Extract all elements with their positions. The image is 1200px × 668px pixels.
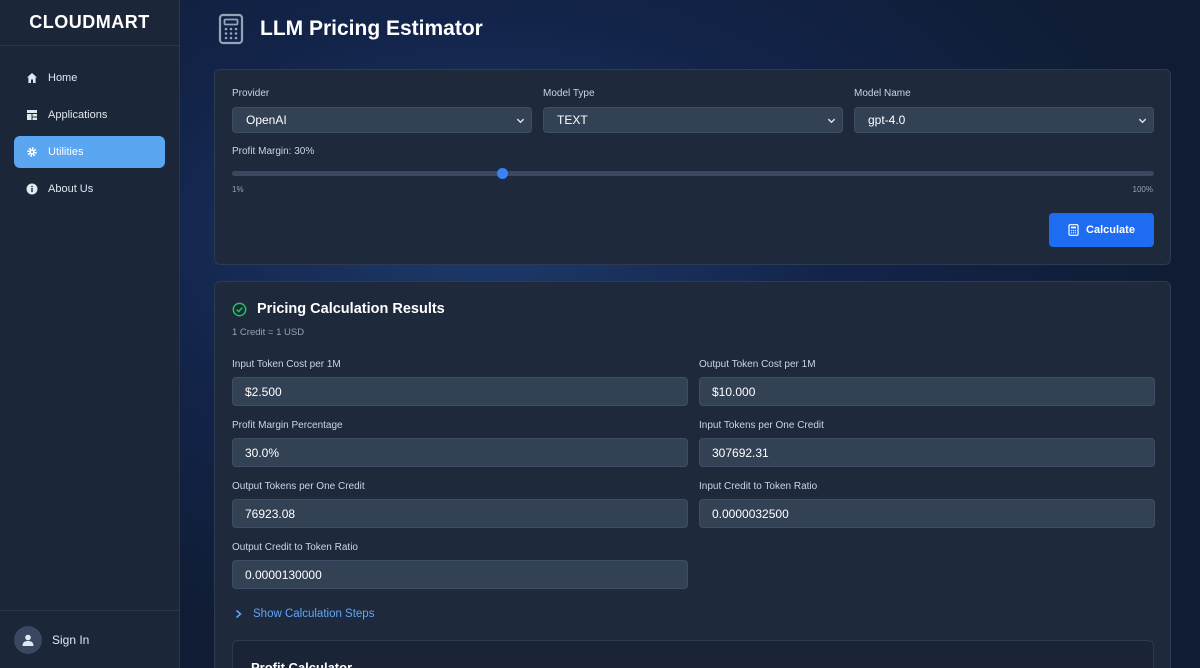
- calculator-icon: [1068, 224, 1079, 236]
- calculator-icon: [218, 13, 244, 45]
- results-title: Pricing Calculation Results: [257, 301, 445, 317]
- user-icon: [22, 634, 34, 646]
- model-type-select[interactable]: TEXT: [543, 107, 843, 133]
- brand-logo: CLOUDMART: [0, 0, 179, 46]
- profit-calculator-card: Profit Calculator: [232, 640, 1154, 668]
- input-tokens-per-credit-label: Input Tokens per One Credit: [699, 420, 824, 431]
- chevron-down-icon: [827, 118, 836, 124]
- model-name-select[interactable]: gpt-4.0: [854, 107, 1154, 133]
- applications-icon: [26, 109, 38, 121]
- sidebar-nav: Home Applications Utilities About Us: [0, 46, 179, 205]
- sidebar-item-label: About Us: [48, 183, 94, 195]
- credit-rate-note: 1 Credit = 1 USD: [232, 327, 305, 338]
- sign-in-button[interactable]: Sign In: [0, 610, 179, 668]
- sidebar: CLOUDMART Home Applications Utilities Ab…: [0, 0, 180, 668]
- field-value: 76923.08: [245, 506, 296, 521]
- sidebar-item-label: Utilities: [48, 146, 84, 158]
- sidebar-item-applications[interactable]: Applications: [14, 99, 165, 131]
- info-icon: [26, 183, 38, 195]
- field-value: 307692.31: [712, 445, 769, 460]
- field-value: 30.0%: [245, 445, 280, 460]
- output-token-cost-label: Output Token Cost per 1M: [699, 359, 816, 370]
- field-value: $2.500: [245, 384, 282, 399]
- sign-in-label: Sign In: [52, 632, 90, 647]
- output-token-cost-field: $10.000: [699, 377, 1155, 406]
- sidebar-item-label: Home: [48, 72, 78, 84]
- slider-thumb[interactable]: [497, 168, 509, 179]
- output-credit-ratio-field: 0.0000130000: [232, 560, 688, 589]
- profit-margin-slider[interactable]: [232, 168, 1154, 179]
- gear-icon: [26, 146, 38, 158]
- home-icon: [26, 72, 38, 84]
- calculate-label: Calculate: [1086, 224, 1135, 236]
- field-value: $10.000: [712, 384, 756, 399]
- avatar: [14, 625, 42, 654]
- input-credit-ratio-label: Input Credit to Token Ratio: [699, 481, 818, 492]
- provider-label: Provider: [232, 88, 270, 99]
- show-calculation-steps-toggle[interactable]: Show Calculation Steps: [234, 608, 374, 620]
- results-header: Pricing Calculation Results: [232, 301, 445, 317]
- results-card: Pricing Calculation Results 1 Credit = 1…: [214, 281, 1171, 668]
- field-value: 0.0000130000: [245, 567, 322, 582]
- slider-max-label: 100%: [1132, 185, 1153, 194]
- sidebar-item-home[interactable]: Home: [14, 62, 165, 94]
- check-circle-icon: [232, 302, 247, 316]
- estimator-form-card: Provider OpenAI Model Type TEXT Model Na…: [214, 69, 1171, 265]
- field-value: 0.0000032500: [712, 506, 789, 521]
- main-content: LLM Pricing Estimator Provider OpenAI Mo…: [180, 0, 1200, 668]
- profit-margin-percentage-field: 30.0%: [232, 438, 688, 467]
- model-name-label: Model Name: [854, 88, 911, 99]
- input-credit-ratio-field: 0.0000032500: [699, 499, 1155, 528]
- input-token-cost-label: Input Token Cost per 1M: [232, 359, 341, 370]
- chevron-down-icon: [516, 118, 525, 124]
- slider-min-label: 1%: [232, 185, 244, 194]
- output-credit-ratio-label: Output Credit to Token Ratio: [232, 542, 358, 553]
- calculate-button[interactable]: Calculate: [1049, 213, 1154, 247]
- page-title: LLM Pricing Estimator: [260, 17, 483, 40]
- output-tokens-per-credit-label: Output Tokens per One Credit: [232, 481, 365, 492]
- sidebar-item-about-us[interactable]: About Us: [14, 173, 165, 205]
- show-calculation-steps-label: Show Calculation Steps: [253, 608, 375, 620]
- model-type-value: TEXT: [557, 113, 588, 127]
- profit-calculator-title: Profit Calculator: [251, 660, 353, 668]
- input-token-cost-field: $2.500: [232, 377, 688, 406]
- input-tokens-per-credit-field: 307692.31: [699, 438, 1155, 467]
- provider-value: OpenAI: [246, 113, 287, 127]
- output-tokens-per-credit-field: 76923.08: [232, 499, 688, 528]
- profit-margin-label: Profit Margin: 30%: [232, 146, 315, 157]
- model-name-value: gpt-4.0: [868, 113, 906, 127]
- chevron-right-icon: [236, 609, 242, 619]
- model-type-label: Model Type: [543, 88, 595, 99]
- provider-select[interactable]: OpenAI: [232, 107, 532, 133]
- chevron-down-icon: [1138, 118, 1147, 124]
- page-header: LLM Pricing Estimator: [218, 13, 483, 45]
- sidebar-item-label: Applications: [48, 109, 108, 121]
- profit-margin-percentage-label: Profit Margin Percentage: [232, 420, 343, 431]
- sidebar-item-utilities[interactable]: Utilities: [14, 136, 165, 168]
